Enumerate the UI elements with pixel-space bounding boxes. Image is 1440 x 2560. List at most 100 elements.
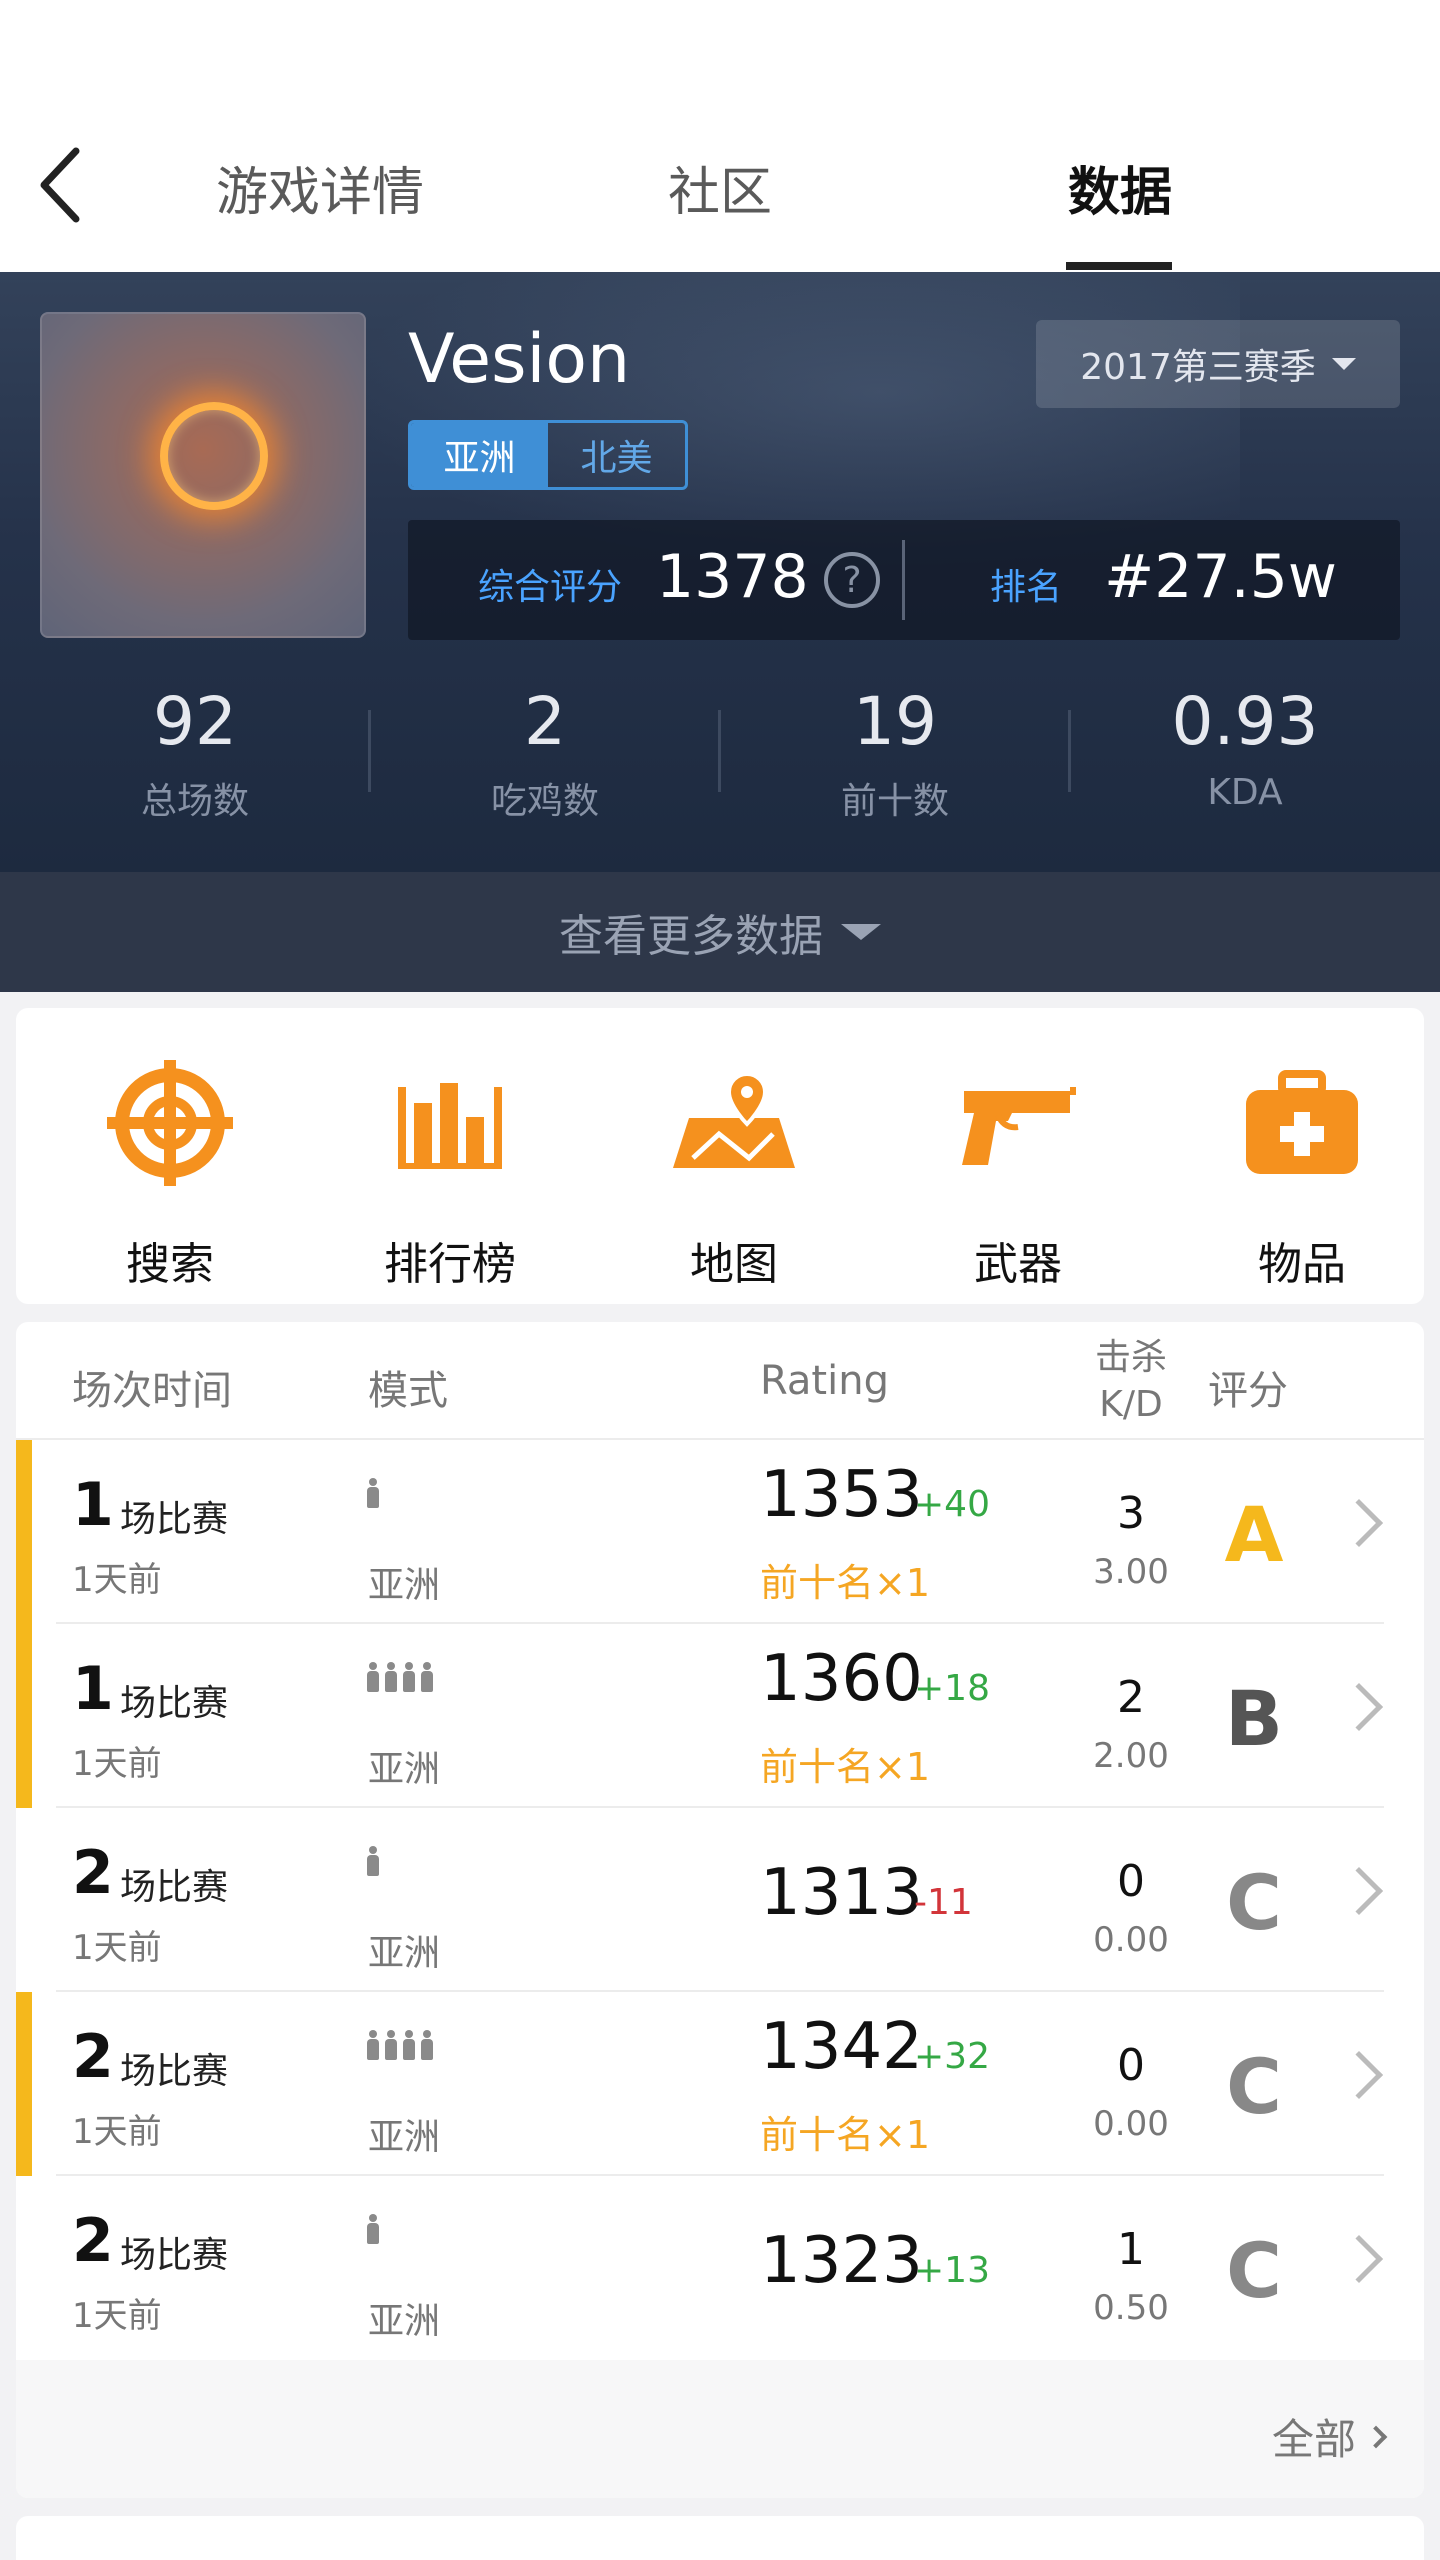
match-region: 亚洲 (368, 1565, 441, 1606)
table-row[interactable]: 1 场比赛 1天前 亚洲 1360 +18 前十名×1 2 2.00 B (16, 1624, 1424, 1808)
top10-count: 前十名×1 (760, 1561, 931, 1605)
kd-value: 0.00 (1093, 1920, 1169, 1960)
back-button[interactable] (30, 140, 90, 230)
kd-value: 3.00 (1093, 1552, 1169, 1592)
feature-map[interactable]: 地图 (614, 1048, 854, 1292)
rating-delta: +40 (914, 1484, 990, 1525)
solo-mode-icon (366, 2214, 380, 2244)
table-row[interactable]: 2 场比赛 1天前 亚洲 1323 +13 1 0.50 C (16, 2176, 1424, 2360)
crosshair-icon (107, 1060, 233, 1186)
expand-caret-icon (841, 924, 881, 940)
match-time: 1天前 (72, 1928, 162, 1968)
rating-delta: +13 (914, 2250, 990, 2291)
rank-value: #27.5w (1104, 542, 1337, 612)
feature-label: 排行榜 (384, 1239, 516, 1290)
top10-count: 前十名×1 (760, 2113, 931, 2157)
grade: C (1226, 1858, 1282, 1947)
feature-weapons[interactable]: 武器 (898, 1048, 1138, 1292)
region-option-na[interactable]: 北美 (548, 423, 685, 487)
help-icon[interactable]: ? (824, 552, 880, 608)
kills-value: 0 (1117, 2040, 1145, 2091)
match-count-unit: 场比赛 (120, 2051, 229, 2092)
match-count-unit: 场比赛 (120, 1499, 229, 1540)
squad-mode-icon (366, 2030, 434, 2060)
more-data-button[interactable]: 查看更多数据 (0, 872, 1440, 992)
chevron-right-icon (1334, 1866, 1384, 1916)
stat-value: 92 (153, 683, 237, 760)
grade: C (1226, 2042, 1282, 2131)
grade: A (1224, 1490, 1284, 1579)
top10-indicator (16, 1992, 32, 2176)
back-arrow-icon (40, 147, 80, 223)
stat-kda: 0.93 KDA (1070, 672, 1420, 813)
squad-mode-icon (366, 1662, 434, 1692)
profile-header: Vesion 2017第三赛季 亚洲 北美 综合评分 1378 ? 排名 #27… (0, 272, 1440, 872)
header-grade: 评分 (1208, 1368, 1288, 1414)
stats-row: 92 总场数 2 吃鸡数 19 前十数 0.93 KDA (0, 672, 1440, 832)
season-label: 2017第三赛季 (1080, 347, 1316, 388)
view-all-label: 全部 (1271, 2415, 1356, 2464)
map-icon (673, 1071, 795, 1168)
feature-leaderboard[interactable]: 排行榜 (330, 1048, 570, 1292)
match-time: 1天前 (72, 2112, 162, 2152)
stat-label: KDA (1207, 772, 1283, 813)
match-count: 2 (72, 1838, 114, 1908)
more-data-label: 查看更多数据 (559, 911, 823, 962)
match-region: 亚洲 (368, 2117, 441, 2158)
match-count: 2 (72, 2022, 114, 2092)
match-count: 2 (72, 2206, 114, 2276)
match-region: 亚洲 (368, 1749, 441, 1790)
header-kills: 击杀 (1094, 1337, 1167, 1378)
table-row[interactable]: 1 场比赛 1天前 亚洲 1353 +40 前十名×1 3 3.00 A (16, 1440, 1424, 1624)
view-all-link[interactable]: 全部 (1271, 2406, 1388, 2467)
header-kd: K/D (1099, 1384, 1163, 1425)
stat-wins: 2 吃鸡数 (370, 672, 720, 824)
feature-label: 搜索 (126, 1239, 214, 1290)
feature-items[interactable]: 物品 (1182, 1048, 1422, 1292)
stat-value: 19 (853, 683, 937, 760)
grade: B (1225, 1674, 1283, 1763)
tab-game-details[interactable]: 游戏详情 (190, 150, 450, 223)
stat-label: 总场数 (140, 781, 249, 822)
pistol-icon (962, 1087, 1076, 1165)
chevron-right-icon (1334, 1682, 1384, 1732)
match-count-unit: 场比赛 (120, 1683, 229, 1724)
region-option-asia[interactable]: 亚洲 (411, 423, 548, 487)
tab-data[interactable]: 数据 (1000, 150, 1240, 223)
match-time: 1天前 (72, 1744, 162, 1784)
grade: C (1226, 2226, 1282, 2315)
stat-total-games: 92 总场数 (20, 672, 370, 824)
rating-value: 1342 (760, 2010, 923, 2084)
rank-label: 排名 (990, 567, 1063, 608)
feature-grid: 搜索 排行榜 地图 武器 物品 (16, 1008, 1424, 1304)
table-row[interactable]: 2 场比赛 1天前 亚洲 1342 +32 前十名×1 0 0.00 C (16, 1992, 1424, 2176)
top10-indicator (16, 1440, 32, 1624)
kd-value: 2.00 (1093, 1736, 1169, 1776)
stat-top10: 19 前十数 (720, 672, 1070, 824)
rating-delta: +18 (914, 1668, 990, 1709)
avatar[interactable] (40, 312, 366, 638)
dropdown-caret-icon (1331, 358, 1356, 370)
chevron-right-icon (1334, 2234, 1384, 2284)
match-region: 亚洲 (368, 1933, 441, 1974)
region-toggle: 亚洲 北美 (408, 420, 688, 490)
header-time: 场次时间 (72, 1368, 232, 1414)
season-selector[interactable]: 2017第三赛季 (1036, 320, 1400, 408)
feature-search[interactable]: 搜索 (50, 1048, 290, 1292)
kills-value: 1 (1117, 2224, 1145, 2275)
table-row[interactable]: 2 场比赛 1天前 亚洲 1313 -11 0 0.00 C (16, 1808, 1424, 1992)
stat-label: 吃鸡数 (490, 781, 599, 822)
tab-community[interactable]: 社区 (600, 150, 840, 223)
top10-count: 前十名×1 (760, 1745, 931, 1789)
solo-mode-icon (366, 1846, 380, 1876)
kills-value: 0 (1117, 1856, 1145, 1907)
username: Vesion (408, 320, 631, 399)
divider (902, 540, 905, 620)
top10-indicator (16, 1624, 32, 1808)
rating-value: 1323 (760, 2224, 923, 2298)
kills-value: 2 (1117, 1672, 1145, 1723)
rating-delta: +32 (914, 2036, 990, 2077)
score-panel: 综合评分 1378 ? 排名 #27.5w (408, 520, 1400, 640)
next-card (16, 2516, 1424, 2560)
kills-value: 3 (1117, 1488, 1145, 1539)
